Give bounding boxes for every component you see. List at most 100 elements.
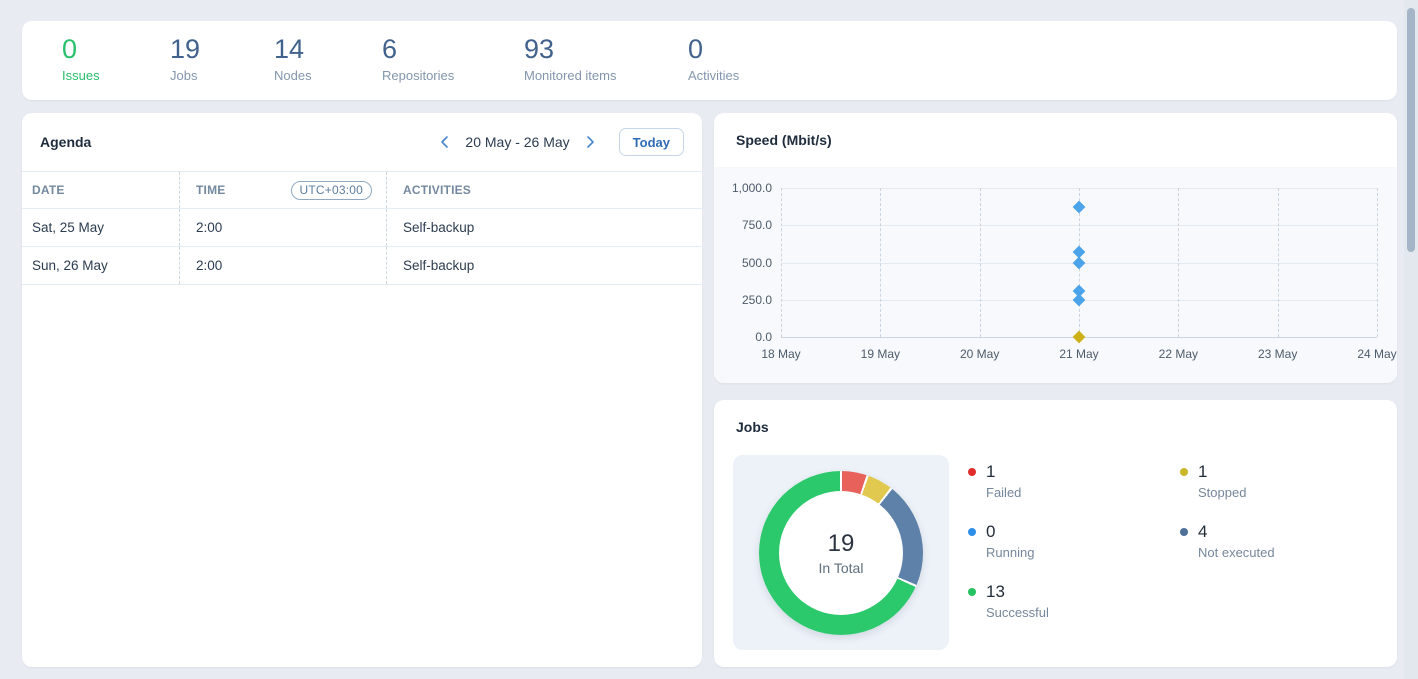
x-gridline <box>1278 188 1279 337</box>
column-header-activities: ACTIVITIES <box>387 172 702 208</box>
speed-panel: Speed (Mbit/s) 1,000.0 750.0 500.0 250.0 0.0… <box>714 113 1397 383</box>
agenda-title: Agenda <box>40 134 91 150</box>
stat-value: 19 <box>170 34 274 64</box>
chevron-right-icon <box>584 135 596 149</box>
legend-label: Successful <box>986 605 1049 620</box>
agenda-date-nav: 20 May - 26 May Today <box>434 128 684 156</box>
stat-value: 14 <box>274 34 382 64</box>
x-axis-tick-label: 22 May <box>1159 347 1198 361</box>
x-gridline <box>781 188 782 337</box>
stat-item-repositories[interactable]: 6Repositories <box>382 34 524 100</box>
x-axis-tick-label: 19 May <box>861 347 900 361</box>
stat-label: Nodes <box>274 68 382 83</box>
y-axis-tick-label: 0.0 <box>714 330 772 344</box>
table-cell: Self-backup <box>387 209 702 246</box>
x-axis-tick-label: 23 May <box>1258 347 1297 361</box>
stat-value: 93 <box>524 34 688 64</box>
stat-value: 6 <box>382 34 524 64</box>
speed-chart: 1,000.0750.0500.0250.00.018 May19 May20 … <box>714 167 1397 383</box>
y-axis-tick-label: 500.0 <box>714 256 772 270</box>
agenda-table-row[interactable]: Sun, 26 May2:00Self-backup <box>22 247 702 285</box>
not-executed-status-dot-icon <box>1180 528 1188 536</box>
legend-count: 1 <box>1198 462 1246 482</box>
jobs-header: Jobs <box>714 400 1397 454</box>
stat-item-nodes[interactable]: 14 Nodes <box>274 34 382 100</box>
y-axis-tick-label: 750.0 <box>714 218 772 232</box>
jobs-title: Jobs <box>736 419 769 435</box>
jobs-legend: 1 Failed 0Running 13 Successful 1Stopped 4 Not … <box>968 462 1392 642</box>
legend-text: 4 Not executed <box>1198 522 1275 560</box>
scatter-point <box>1073 257 1086 270</box>
legend-item-not-executed[interactable]: 4 Not executed <box>1180 522 1392 582</box>
jobs-total-label: In Total <box>819 560 864 576</box>
y-axis-tick-label: 1,000.0 <box>714 181 772 195</box>
next-week-button[interactable] <box>579 131 601 153</box>
stat-value: 0 <box>62 34 170 64</box>
scrollbar-track[interactable] <box>1404 0 1418 679</box>
stat-label: Issues <box>62 68 170 83</box>
speed-header: Speed (Mbit/s) <box>714 113 1397 167</box>
scrollbar-thumb[interactable] <box>1407 8 1415 252</box>
timezone-badge: UTC+03:00 <box>291 181 373 200</box>
legend-text: 1 Failed <box>986 462 1021 500</box>
legend-text: 0Running <box>986 522 1034 560</box>
table-cell: 2:00 <box>180 247 387 284</box>
x-gridline <box>1377 188 1378 337</box>
x-axis-tick-label: 21 May <box>1059 347 1098 361</box>
jobs-donut: 19 In Total <box>759 471 923 635</box>
stat-item-issues[interactable]: 0 Issues <box>62 34 170 100</box>
table-cell: Sat, 25 May <box>22 209 180 246</box>
legend-item-successful[interactable]: 13 Successful <box>968 582 1180 642</box>
jobs-total-value: 19 <box>828 530 855 558</box>
legend-label: Failed <box>986 485 1021 500</box>
legend-count: 0 <box>986 522 1034 542</box>
legend-count: 13 <box>986 582 1049 602</box>
agenda-table: DATE TIME UTC+03:00 ACTIVITIES Sat, 25 M… <box>22 171 702 285</box>
agenda-panel: Agenda 20 May - 26 May Today DATE TIME U… <box>22 113 702 667</box>
scatter-point <box>1073 331 1086 344</box>
today-button[interactable]: Today <box>619 128 684 156</box>
stat-item-activities[interactable]: 0 Activities <box>688 34 739 100</box>
chevron-left-icon <box>439 135 451 149</box>
column-header-time-label: TIME <box>196 183 225 197</box>
jobs-donut-center: 19 In Total <box>779 491 903 615</box>
legend-count: 1 <box>986 462 1021 482</box>
jobs-donut-card: 19 In Total <box>733 455 949 650</box>
stat-label: Monitored items <box>524 68 688 83</box>
stat-value: 0 <box>688 34 739 64</box>
legend-text: 13 Successful <box>986 582 1049 620</box>
successful-status-dot-icon <box>968 588 976 596</box>
agenda-table-row[interactable]: Sat, 25 May2:00Self-backup <box>22 209 702 247</box>
speed-plot <box>781 188 1377 337</box>
stopped-status-dot-icon <box>1180 468 1188 476</box>
date-range-label: 20 May - 26 May <box>465 134 569 150</box>
table-cell: 2:00 <box>180 209 387 246</box>
legend-label: Not executed <box>1198 545 1275 560</box>
legend-text: 1Stopped <box>1198 462 1246 500</box>
summary-stats-bar: 0 Issues19 Jobs14 Nodes6Repositories93 Monit… <box>22 21 1397 100</box>
table-cell: Self-backup <box>387 247 702 284</box>
legend-item-failed[interactable]: 1 Failed <box>968 462 1180 522</box>
y-axis-tick-label: 250.0 <box>714 293 772 307</box>
x-axis-tick-label: 20 May <box>960 347 999 361</box>
scatter-point <box>1073 294 1086 307</box>
running-status-dot-icon <box>968 528 976 536</box>
agenda-table-body: Sat, 25 May2:00Self-backupSun, 26 May2:0… <box>22 209 702 285</box>
column-header-date: DATE <box>22 172 180 208</box>
agenda-header: Agenda 20 May - 26 May Today <box>22 113 702 171</box>
failed-status-dot-icon <box>968 468 976 476</box>
column-header-time: TIME UTC+03:00 <box>180 172 387 208</box>
table-cell: Sun, 26 May <box>22 247 180 284</box>
stat-item-monitored-items[interactable]: 93 Monitored items <box>524 34 688 100</box>
legend-count: 4 <box>1198 522 1275 542</box>
x-gridline <box>1178 188 1179 337</box>
stat-item-jobs[interactable]: 19 Jobs <box>170 34 274 100</box>
scatter-point <box>1073 200 1086 213</box>
stat-label: Jobs <box>170 68 274 83</box>
speed-title: Speed (Mbit/s) <box>736 132 832 148</box>
prev-week-button[interactable] <box>434 131 456 153</box>
legend-item-stopped[interactable]: 1Stopped <box>1180 462 1392 522</box>
x-gridline <box>980 188 981 337</box>
stat-label: Activities <box>688 68 739 83</box>
legend-item-running[interactable]: 0Running <box>968 522 1180 582</box>
